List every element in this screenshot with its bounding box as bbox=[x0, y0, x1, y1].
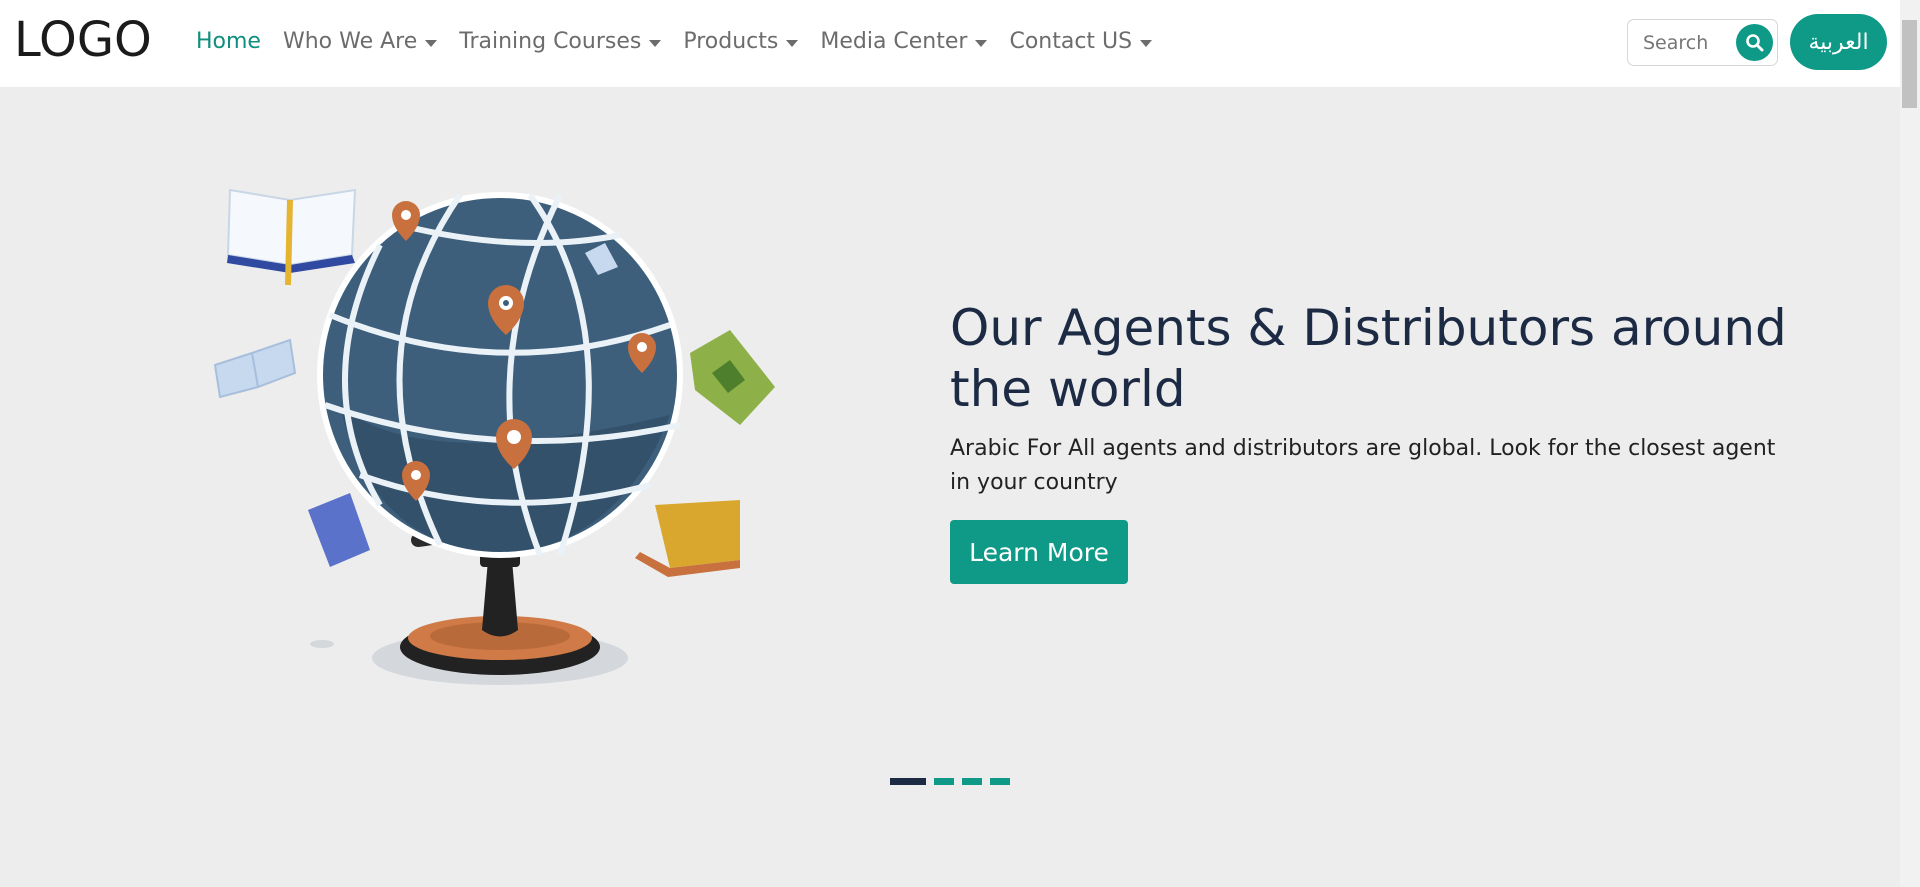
logo[interactable]: LOGO bbox=[14, 12, 152, 68]
search-input[interactable] bbox=[1643, 31, 1743, 54]
nav-item-products[interactable]: Products bbox=[683, 27, 799, 57]
hero-description: Arabic For All agents and distributors a… bbox=[950, 436, 1776, 495]
book-icon bbox=[635, 500, 740, 577]
nav-item-contact-us[interactable]: Contact US bbox=[1009, 27, 1153, 57]
hero-title: Our Agents & Distributors around the wor… bbox=[950, 299, 1787, 418]
language-toggle-button[interactable]: العربية bbox=[1790, 14, 1887, 70]
nav-item-label: Who We Are bbox=[282, 29, 418, 54]
learn-more-button[interactable]: Learn More bbox=[950, 520, 1128, 584]
carousel-indicators bbox=[890, 778, 1010, 785]
caret-down-icon bbox=[1140, 39, 1153, 47]
globe-stand bbox=[482, 560, 518, 637]
carousel-indicator[interactable] bbox=[890, 778, 926, 785]
book-icon bbox=[308, 493, 370, 580]
nav-item-label: Home bbox=[196, 29, 261, 54]
globe-illustration bbox=[213, 188, 775, 685]
shadow-dot bbox=[310, 640, 334, 648]
book-icon bbox=[226, 188, 357, 286]
carousel-indicator[interactable] bbox=[934, 778, 954, 785]
nav-item-label: Training Courses bbox=[459, 29, 642, 54]
book-icon bbox=[213, 338, 297, 399]
caret-down-icon bbox=[425, 39, 438, 47]
caret-down-icon bbox=[786, 39, 799, 47]
scrollbar-thumb[interactable] bbox=[1902, 20, 1917, 108]
nav-item-label: Contact US bbox=[1009, 29, 1133, 54]
nav-item-media-center[interactable]: Media Center bbox=[820, 27, 988, 57]
book-icon bbox=[690, 330, 775, 425]
caret-down-icon bbox=[975, 39, 988, 47]
nav-item-label: Products bbox=[683, 29, 779, 54]
main-nav: Home Who We Are Training Courses Product… bbox=[196, 27, 1174, 57]
scrollbar[interactable] bbox=[1900, 0, 1920, 887]
carousel-indicator[interactable] bbox=[990, 778, 1010, 785]
nav-item-label: Media Center bbox=[820, 29, 968, 54]
nav-item-training-courses[interactable]: Training Courses bbox=[459, 27, 662, 57]
search-button[interactable] bbox=[1736, 24, 1773, 61]
caret-down-icon bbox=[649, 39, 662, 47]
search-icon bbox=[1745, 33, 1763, 51]
navbar: LOGO Home Who We Are Training Courses Pr… bbox=[0, 0, 1900, 87]
nav-item-who-we-are[interactable]: Who We Are bbox=[282, 27, 438, 57]
nav-item-home[interactable]: Home bbox=[196, 27, 261, 57]
search-box bbox=[1627, 19, 1778, 66]
carousel-indicator[interactable] bbox=[962, 778, 982, 785]
